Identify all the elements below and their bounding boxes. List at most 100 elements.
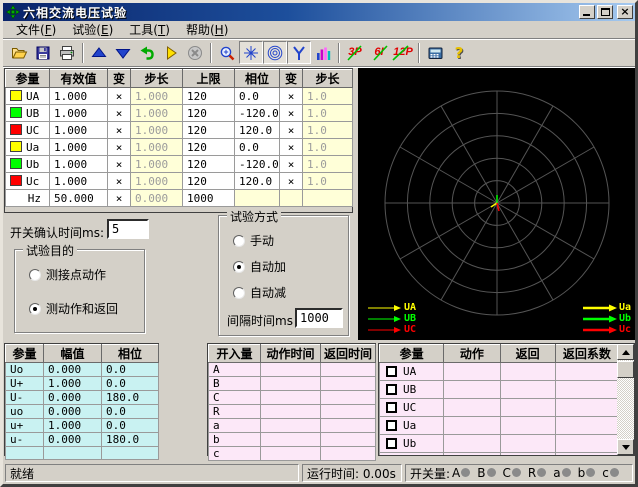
checkbox[interactable] (386, 384, 397, 395)
table-row: UA 1.000 × 1.000 120 0.0 × 1.0 (6, 88, 353, 105)
phase-cell[interactable]: 120.0 (235, 173, 280, 190)
arrow-icon (583, 315, 617, 323)
scroll-thumb[interactable] (617, 361, 634, 378)
phasor-legend-right: Ua Ub Uc (583, 303, 631, 335)
step-cell[interactable]: 1.000 (131, 173, 183, 190)
radio-manual[interactable]: 手动 (233, 232, 274, 249)
limit-cell[interactable]: 120 (183, 173, 235, 190)
rms-cell[interactable]: 1.000 (50, 88, 108, 105)
menu-help[interactable]: 帮助(H) (179, 20, 235, 39)
bar-view-button[interactable] (311, 41, 335, 64)
menu-test[interactable]: 试验(E) (65, 20, 120, 39)
phase-cell[interactable]: -120.0 (235, 105, 280, 122)
mode-6i-button[interactable]: 6I (367, 41, 391, 64)
menu-tools[interactable]: 工具(T) (122, 20, 177, 39)
sequence-table: 参量幅值相位 Uo0.0000.0 U+1.0000.0 U-0.000180.… (4, 343, 159, 456)
limit-cell[interactable]: 120 (183, 156, 235, 173)
checkbox[interactable] (386, 402, 397, 413)
radio-contact-action[interactable]: 测接点动作 (29, 266, 106, 283)
y-view-button[interactable] (287, 41, 311, 64)
toolbar-separator (82, 43, 84, 63)
start-button[interactable] (159, 41, 183, 64)
phase-step-cell[interactable]: 1.0 (303, 173, 353, 190)
checkbox[interactable] (386, 438, 397, 449)
limit-cell[interactable]: 120 (183, 105, 235, 122)
limit-cell[interactable]: 120 (183, 88, 235, 105)
confirm-time-label: 开关确认时间ms: (10, 224, 104, 241)
limit-cell[interactable]: 1000 (183, 190, 235, 207)
vary-toggle[interactable]: × (280, 88, 303, 105)
vary-toggle[interactable]: × (108, 105, 131, 122)
scrollbar[interactable] (617, 344, 634, 455)
vary-toggle[interactable]: × (108, 88, 131, 105)
vary-toggle[interactable]: × (280, 122, 303, 139)
phase-cell[interactable]: 0.0 (235, 88, 280, 105)
step-cell[interactable]: 0.000 (131, 190, 183, 207)
phasor-legend-left: UA UB UC (368, 303, 416, 335)
scroll-up-button[interactable] (617, 344, 634, 360)
mode-3p-button[interactable]: 3P (343, 41, 367, 64)
vary-toggle[interactable]: × (280, 105, 303, 122)
phase-step-cell[interactable]: 1.0 (303, 156, 353, 173)
radio-auto-decrease[interactable]: 自动减 (233, 284, 286, 301)
limit-cell[interactable]: 120 (183, 122, 235, 139)
vary-toggle[interactable]: × (108, 139, 131, 156)
decrease-button[interactable] (111, 41, 135, 64)
increase-button[interactable] (87, 41, 111, 64)
rms-cell[interactable]: 1.000 (50, 105, 108, 122)
checkbox[interactable] (386, 366, 397, 377)
interval-input[interactable] (295, 308, 343, 328)
step-cell[interactable]: 1.000 (131, 156, 183, 173)
phase-cell[interactable]: 120.0 (235, 122, 280, 139)
result-table: 参量动作返回返回系数 UA UB UC Ua Ub Uc (378, 343, 635, 456)
save-button[interactable] (31, 41, 55, 64)
menu-file[interactable]: 文件(F) (9, 20, 63, 39)
arrow-icon (368, 315, 402, 323)
vector-view-button[interactable] (239, 41, 263, 64)
switch-indicator: B (477, 466, 500, 480)
phase-cell[interactable]: -120.0 (235, 156, 280, 173)
scroll-down-button[interactable] (617, 439, 634, 455)
title-bar[interactable]: 六相交流电压试验 × (3, 3, 635, 21)
close-button[interactable]: × (617, 5, 633, 19)
vary-toggle[interactable]: × (108, 190, 131, 207)
rms-cell[interactable]: 1.000 (50, 156, 108, 173)
table-row: Uo0.0000.0 (6, 363, 159, 377)
phase-step-cell[interactable]: 1.0 (303, 105, 353, 122)
rms-cell[interactable]: 1.000 (50, 173, 108, 190)
phase-cell[interactable]: 0.0 (235, 139, 280, 156)
limit-cell[interactable]: 120 (183, 139, 235, 156)
reset-button[interactable] (135, 41, 159, 64)
step-cell[interactable]: 1.000 (131, 88, 183, 105)
phase-step-cell[interactable]: 1.0 (303, 122, 353, 139)
step-cell[interactable]: 1.000 (131, 122, 183, 139)
rms-cell[interactable]: 1.000 (50, 139, 108, 156)
stop-button[interactable] (183, 41, 207, 64)
phase-step-cell[interactable]: 1.0 (303, 139, 353, 156)
step-cell[interactable]: 1.000 (131, 105, 183, 122)
zoom-button[interactable] (215, 41, 239, 64)
rms-cell[interactable]: 1.000 (50, 122, 108, 139)
param-name: Ua (6, 139, 50, 156)
mode-12p-button[interactable]: 12P (391, 41, 415, 64)
vary-toggle[interactable]: × (280, 156, 303, 173)
step-cell[interactable]: 1.000 (131, 139, 183, 156)
vary-toggle[interactable]: × (280, 173, 303, 190)
print-button[interactable] (55, 41, 79, 64)
open-button[interactable] (7, 41, 31, 64)
vary-toggle[interactable]: × (280, 139, 303, 156)
vary-toggle[interactable]: × (108, 122, 131, 139)
help-button[interactable]: ? (447, 41, 471, 64)
phase-step-cell[interactable]: 1.0 (303, 88, 353, 105)
confirm-time-input[interactable] (107, 219, 149, 239)
radio-auto-increase[interactable]: 自动加 (233, 258, 286, 275)
minimize-button[interactable] (579, 5, 595, 19)
circle-view-button[interactable] (263, 41, 287, 64)
maximize-button[interactable] (597, 5, 613, 19)
rms-cell[interactable]: 50.000 (50, 190, 108, 207)
radio-action-return[interactable]: 测动作和返回 (29, 300, 118, 317)
checkbox[interactable] (386, 420, 397, 431)
calculator-button[interactable] (423, 41, 447, 64)
vary-toggle[interactable]: × (108, 173, 131, 190)
vary-toggle[interactable]: × (108, 156, 131, 173)
